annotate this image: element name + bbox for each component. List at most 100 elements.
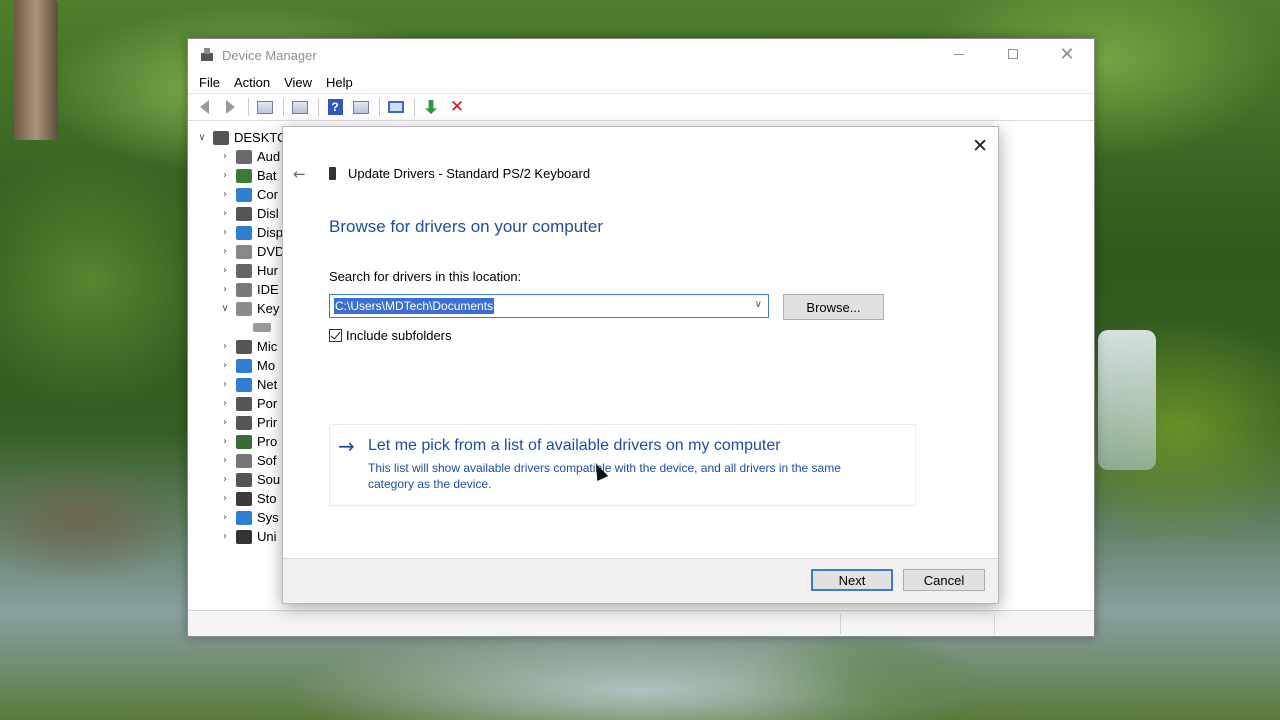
tree-item-label: Sys: [257, 510, 279, 525]
close-button[interactable]: ✕: [1040, 39, 1094, 69]
dialog-close-button[interactable]: ✕: [972, 135, 988, 157]
toolbar-separator: [379, 98, 380, 116]
tree-root-label: DESKTO: [234, 130, 288, 145]
background-tree: [14, 0, 58, 140]
tree-item-label: Sou: [257, 472, 281, 487]
view-button[interactable]: [349, 96, 373, 118]
tree-item-label: Sto: [257, 491, 277, 506]
minimize-icon: [954, 53, 964, 55]
include-subfolders-label[interactable]: Include subfolders: [346, 328, 452, 343]
show-hidden-button[interactable]: [288, 96, 312, 118]
system-icon: [236, 510, 252, 525]
computer-icon: [236, 187, 252, 202]
chevron-right-icon[interactable]: ›: [219, 227, 231, 238]
chevron-down-icon[interactable]: ∨: [196, 132, 208, 143]
chevron-right-icon[interactable]: ›: [219, 474, 231, 485]
scan-hardware-button[interactable]: [384, 96, 408, 118]
menu-view[interactable]: View: [277, 75, 319, 90]
path-input-value[interactable]: C:\Users\MDTech\Documents: [334, 298, 495, 314]
show-hidden-icon: [292, 100, 308, 114]
status-bar: [188, 610, 1094, 636]
storage-icon: [236, 491, 252, 506]
chevron-right-icon[interactable]: ›: [219, 455, 231, 466]
minimize-button[interactable]: [932, 39, 986, 69]
chevron-right-icon[interactable]: ›: [219, 512, 231, 523]
uninstall-icon: ✕: [449, 97, 465, 117]
menu-help[interactable]: Help: [319, 75, 360, 90]
uninstall-device-button[interactable]: ✕: [445, 96, 469, 118]
chevron-right-icon[interactable]: ›: [219, 208, 231, 219]
computer-icon: [213, 130, 229, 145]
back-button[interactable]: [192, 96, 216, 118]
tree-item-label: Mic: [257, 339, 278, 354]
monitor-icon: [236, 358, 252, 373]
network-icon: [236, 377, 252, 392]
dialog-title-row: Update Drivers - Standard PS/2 Keyboard: [329, 166, 590, 181]
maximize-icon: [1008, 49, 1018, 59]
include-subfolders-row[interactable]: Include subfolders: [329, 328, 452, 343]
menu-file[interactable]: File: [192, 75, 227, 90]
update-driver-button[interactable]: [419, 96, 443, 118]
properties-icon: [257, 100, 273, 114]
chevron-right-icon[interactable]: ›: [219, 379, 231, 390]
title-bar[interactable]: Device Manager ✕: [188, 39, 1094, 71]
chevron-right-icon[interactable]: ›: [219, 531, 231, 542]
menu-action[interactable]: Action: [227, 75, 277, 90]
forward-button[interactable]: [218, 96, 242, 118]
chevron-right-icon[interactable]: ›: [219, 341, 231, 352]
disk-icon: [236, 206, 252, 221]
toolbar-separator: [283, 98, 284, 116]
printer-icon: [236, 415, 252, 430]
tree-item-label: Pro: [257, 434, 278, 449]
battery-icon: [236, 168, 252, 183]
chevron-right-icon[interactable]: ›: [219, 151, 231, 162]
pick-from-list-option[interactable]: → Let me pick from a list of available d…: [329, 424, 916, 506]
chevron-right-icon[interactable]: ›: [219, 436, 231, 447]
display-icon: [236, 225, 252, 240]
tree-item-label: Net: [257, 377, 278, 392]
mouse-icon: [236, 339, 252, 354]
tree-item-label: Disp: [257, 225, 284, 240]
pick-from-list-title[interactable]: Let me pick from a list of available dri…: [368, 437, 781, 455]
status-divider: [994, 614, 995, 634]
dvd-icon: [236, 244, 252, 259]
tree-item-label: Uni: [257, 529, 277, 544]
forward-icon: [225, 100, 235, 114]
properties-button[interactable]: [253, 96, 277, 118]
chevron-right-icon[interactable]: ›: [219, 170, 231, 181]
chevron-right-icon[interactable]: ›: [219, 360, 231, 371]
chevron-right-icon[interactable]: ›: [219, 417, 231, 428]
chevron-right-icon[interactable]: ›: [219, 265, 231, 276]
dialog-title: Update Drivers - Standard PS/2 Keyboard: [348, 166, 591, 181]
help-icon: ?: [327, 99, 343, 115]
next-button[interactable]: Next: [811, 569, 893, 591]
tree-item-label: Por: [257, 396, 278, 411]
ide-icon: [236, 282, 252, 297]
chevron-right-icon[interactable]: ›: [219, 246, 231, 257]
cancel-button[interactable]: Cancel: [903, 569, 985, 591]
chevron-right-icon[interactable]: ›: [219, 284, 231, 295]
dialog-footer: Next Cancel: [283, 558, 998, 603]
update-drivers-dialog: ✕ ← Update Drivers - Standard PS/2 Keybo…: [282, 126, 999, 604]
toolbar: ? ✕: [188, 93, 1094, 121]
browse-button[interactable]: Browse...: [783, 294, 884, 320]
chevron-right-icon[interactable]: ›: [219, 189, 231, 200]
back-arrow-icon[interactable]: ←: [293, 165, 306, 183]
scan-monitor-icon: [388, 101, 404, 113]
chevron-down-icon[interactable]: ∨: [219, 303, 231, 314]
toolbar-separator: [248, 98, 249, 116]
audio-icon: [236, 149, 252, 164]
include-subfolders-checkbox[interactable]: [329, 329, 342, 342]
tree-item-label: IDE: [257, 282, 279, 297]
dialog-heading: Browse for drivers on your computer: [329, 217, 603, 236]
port-icon: [236, 396, 252, 411]
tree-item-label: Cor: [257, 187, 278, 202]
maximize-button[interactable]: [986, 39, 1040, 69]
sound-icon: [236, 472, 252, 487]
path-combobox[interactable]: C:\Users\MDTech\Documents ∨: [329, 294, 769, 318]
back-icon: [199, 100, 209, 114]
chevron-right-icon[interactable]: ›: [219, 493, 231, 504]
chevron-right-icon[interactable]: ›: [219, 398, 231, 409]
chevron-down-icon[interactable]: ∨: [755, 299, 762, 310]
help-button[interactable]: ?: [323, 96, 347, 118]
